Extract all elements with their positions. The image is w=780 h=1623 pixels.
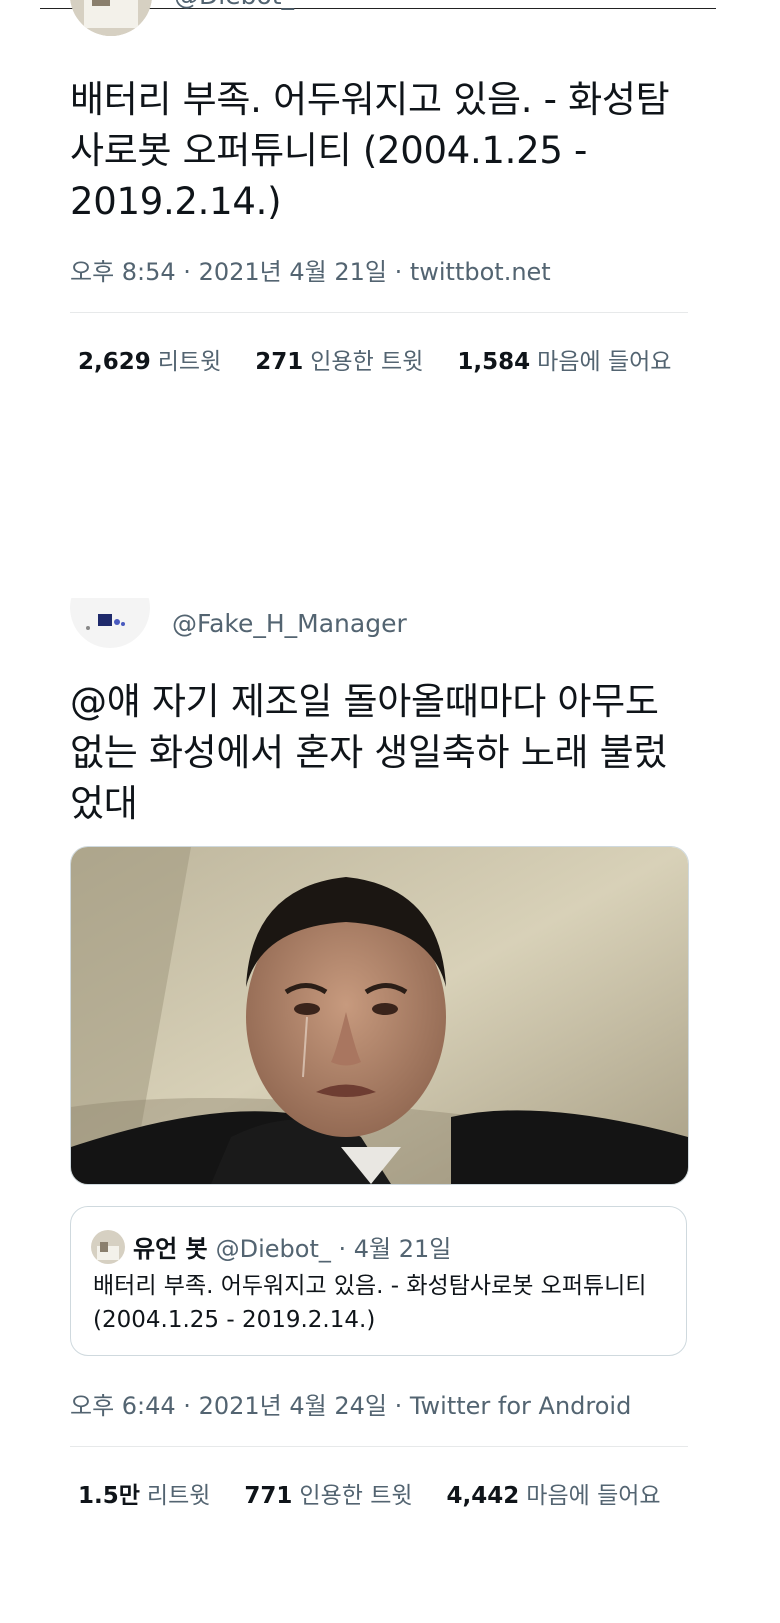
likes-stat[interactable]: 1,584 마음에 들어요 [457,342,671,376]
tweet-header: @Fake_H_Manager [70,598,407,648]
divider [70,312,688,313]
tweet-timestamp[interactable]: 오후 8:54 · 2021년 4월 21일 · twittbot.net [70,252,551,287]
avatar[interactable] [70,598,150,648]
tweet-text-line: @얘 자기 제조일 돌아올때마다 아무도 [70,680,659,723]
author-handle[interactable]: @Diebot_ [174,0,294,10]
quoted-text-line: (2004.1.25 - 2019.2.14.) [93,1307,376,1333]
avatar[interactable] [70,0,152,36]
tweet-text-line: 2019.2.14.) [70,180,282,223]
tweet-text-line: 었대 [70,782,138,825]
crying-man-image [71,847,688,1184]
quoted-author-handle-date: @Diebot_ · 4월 21일 [215,1235,452,1263]
tweet-text: 배터리 부족. 어두워지고 있음. - 화성탐 사로봇 오퍼튜니티 (2004.… [70,74,690,227]
tweet-timestamp[interactable]: 오후 6:44 · 2021년 4월 24일 · Twitter for And… [70,1386,631,1421]
divider [70,1446,688,1447]
engagement-stats: 1.5만 리트윗 771 인용한 트윗 4,442 마음에 들어요 [78,1476,661,1510]
quoted-tweet-header: 유언 봇 @Diebot_ · 4월 21일 [91,1229,451,1264]
retweets-stat[interactable]: 1.5만 리트윗 [78,1476,210,1510]
quote-tweets-stat[interactable]: 771 인용한 트윗 [244,1476,412,1510]
tweet-text-line: 사로봇 오퍼튜니티 (2004.1.25 - [70,129,588,172]
retweets-stat[interactable]: 2,629 리트윗 [78,342,221,376]
tweet-header: @Diebot_ [70,0,294,36]
engagement-stats: 2,629 리트윗 271 인용한 트윗 1,584 마음에 들어요 [78,342,671,376]
tweet-text-line: 배터리 부족. 어두워지고 있음. - 화성탐 [70,78,670,121]
author-handle[interactable]: @Fake_H_Manager [172,609,407,638]
quote-tweets-stat[interactable]: 271 인용한 트윗 [255,342,423,376]
tweet-text-line: 없는 화성에서 혼자 생일축하 노래 불렀 [70,731,668,774]
quoted-tweet[interactable]: 유언 봇 @Diebot_ · 4월 21일 배터리 부족. 어두워지고 있음.… [70,1206,687,1356]
quoted-tweet-text: 배터리 부족. 어두워지고 있음. - 화성탐사로봇 오퍼튜니티 (2004.1… [93,1269,673,1337]
quoted-author-name: 유언 봇 [133,1235,208,1263]
quoted-avatar [91,1229,125,1264]
quoted-text-line: 배터리 부족. 어두워지고 있음. - 화성탐사로봇 오퍼튜니티 [93,1273,647,1299]
tweet-text: @얘 자기 제조일 돌아올때마다 아무도 없는 화성에서 혼자 생일축하 노래 … [70,676,690,829]
likes-stat[interactable]: 4,442 마음에 들어요 [447,1476,661,1510]
tweet-photo[interactable] [70,846,689,1185]
